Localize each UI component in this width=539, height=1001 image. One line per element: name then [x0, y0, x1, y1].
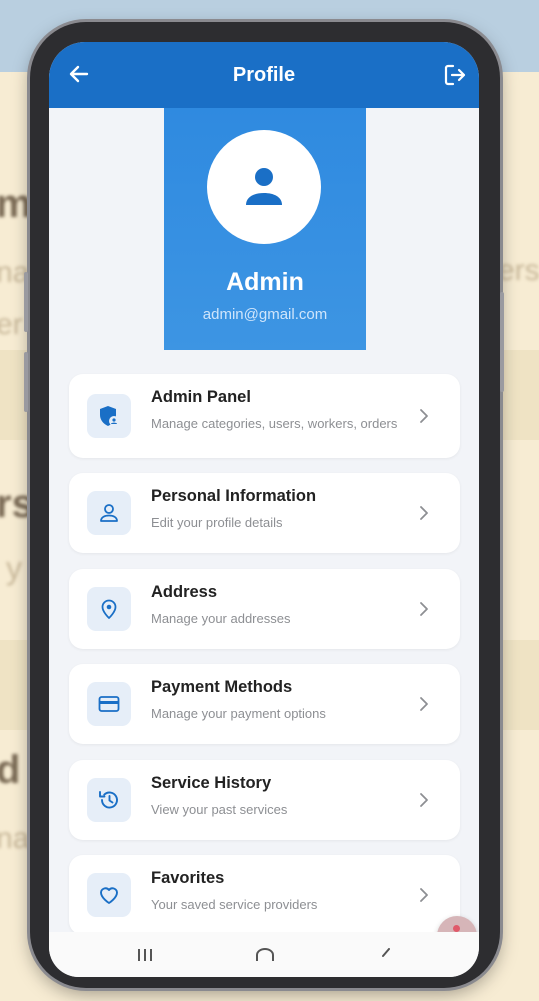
icon-box [87, 873, 131, 917]
system-nav-bar [49, 932, 479, 977]
logout-icon[interactable] [443, 63, 467, 87]
icon-box [87, 682, 131, 726]
profile-header: Admin admin@gmail.com [164, 108, 366, 350]
credit-card-icon [98, 696, 120, 712]
menu-item-title: Payment Methods [151, 678, 293, 696]
app-bar: Profile [49, 42, 479, 108]
menu-item-subtitle: Your saved service providers [151, 897, 318, 912]
background-text: m [0, 182, 32, 226]
chevron-right-icon [420, 888, 428, 902]
menu-item-title: Admin Panel [151, 388, 251, 406]
menu-item-title: Service History [151, 774, 272, 792]
icon-box [87, 587, 131, 631]
person-icon [100, 504, 118, 522]
user-name: Admin [226, 268, 304, 296]
menu-item-service-history[interactable]: Service History View your past services [69, 760, 460, 840]
chevron-right-icon [420, 602, 428, 616]
background-text: rs [0, 482, 34, 526]
background-text: d [0, 748, 21, 792]
phone-side-button [24, 352, 28, 412]
admin-shield-icon [100, 406, 119, 426]
chevron-right-icon [420, 697, 428, 711]
location-pin-icon [101, 599, 117, 619]
phone-side-button [24, 272, 28, 332]
menu-item-subtitle: Manage categories, users, workers, order… [151, 416, 398, 431]
icon-box [87, 778, 131, 822]
menu-item-payment-methods[interactable]: Payment Methods Manage your payment opti… [69, 664, 460, 744]
chevron-right-icon [420, 793, 428, 807]
menu-item-favorites[interactable]: Favorites Your saved service providers [69, 855, 460, 935]
background-text: ers [498, 254, 539, 287]
icon-box [87, 491, 131, 535]
app-screen: Profile Admin admin@gmail.com Admin Pane… [49, 42, 479, 977]
menu-item-title: Personal Information [151, 487, 317, 505]
menu-item-subtitle: Manage your payment options [151, 706, 326, 721]
menu-item-title: Address [151, 583, 218, 601]
menu-item-address[interactable]: Address Manage your addresses [69, 569, 460, 649]
background-text: er [0, 308, 23, 341]
history-icon [99, 791, 118, 809]
chevron-right-icon [420, 409, 428, 423]
home-icon[interactable] [255, 948, 275, 962]
back-nav-icon[interactable] [379, 948, 393, 962]
menu-item-subtitle: Manage your addresses [151, 611, 291, 626]
heart-icon [100, 887, 118, 904]
recent-apps-icon[interactable] [137, 948, 153, 962]
notification-dot [453, 925, 460, 932]
menu-item-personal-information[interactable]: Personal Information Edit your profile d… [69, 473, 460, 553]
page-title: Profile [232, 64, 296, 86]
background-text: y [6, 550, 22, 586]
chevron-right-icon [420, 506, 428, 520]
user-email: admin@gmail.com [202, 306, 328, 323]
phone-side-button [500, 292, 504, 392]
background-text: na [0, 822, 30, 855]
avatar[interactable] [207, 130, 321, 244]
menu-item-subtitle: View your past services [151, 802, 288, 817]
menu-item-subtitle: Edit your profile details [151, 515, 283, 530]
icon-box [87, 394, 131, 438]
menu-item-admin-panel[interactable]: Admin Panel Manage categories, users, wo… [69, 374, 460, 458]
person-icon [246, 168, 282, 205]
menu-item-title: Favorites [151, 869, 225, 887]
